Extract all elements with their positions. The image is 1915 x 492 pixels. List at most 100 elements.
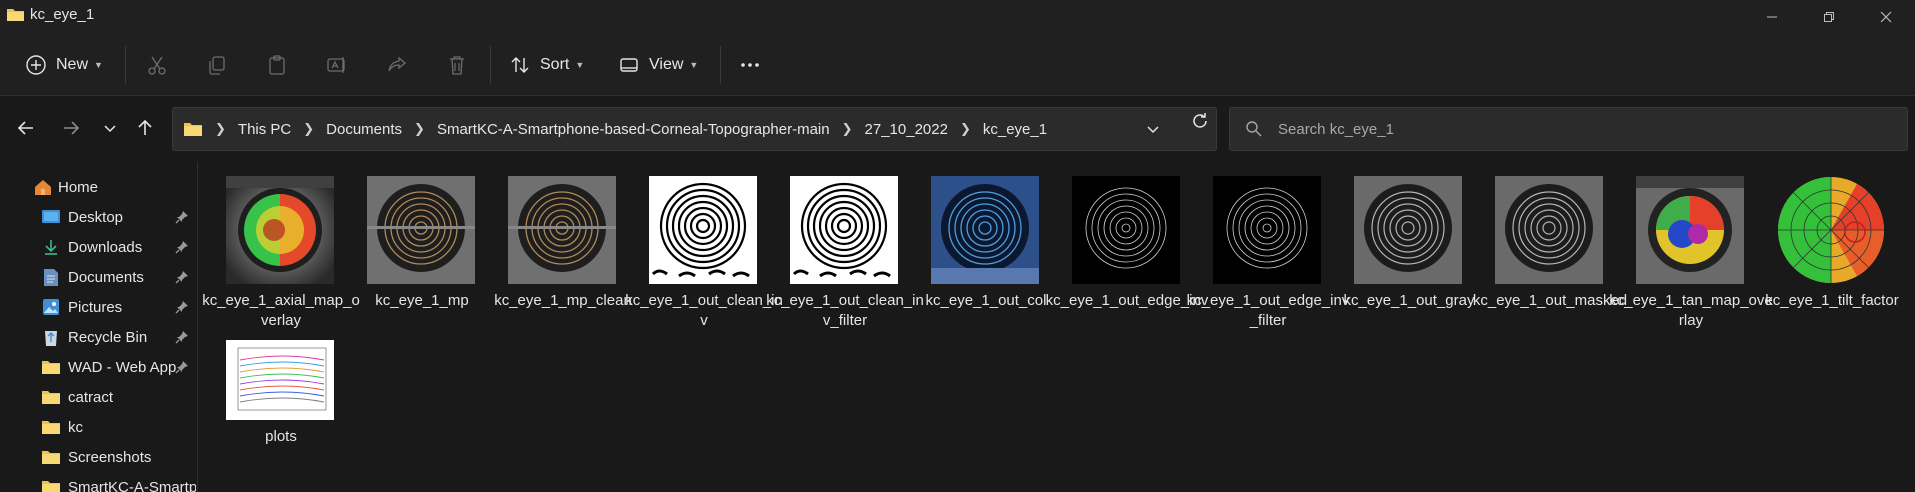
file-name: kc_eye_1_out_gray [1343,292,1475,309]
file-name: kc_eye_1_mp [375,292,469,309]
arrow-left-icon [17,121,33,135]
pin-icon [175,361,188,374]
pictures-icon [40,297,62,317]
sort-button[interactable]: Sort ▼ [508,48,584,82]
chevron-right-icon: ❯ [959,121,971,136]
search-box[interactable] [1229,107,1908,151]
file-name: kc_eye_1_out_clean_inv_filter [766,292,924,329]
rename-button[interactable] [325,48,349,82]
thumbnail-eye [508,176,616,284]
folder-icon [7,9,24,21]
divider [490,46,491,84]
file-item[interactable]: kc_eye_1_mp [340,162,478,337]
file-item[interactable]: kc_eye_1_axial_map_overlay [199,162,360,337]
folder-icon [40,387,62,407]
file-item[interactable]: kc_eye_1_tan_map_overlay [1609,162,1773,337]
delete-icon [445,53,469,77]
title-bar: kc_eye_1 [0,0,1915,34]
view-button[interactable]: View ▼ [617,48,698,82]
file-name: kc_eye_1_out_edge_inv [1045,292,1209,309]
search-input[interactable] [1278,108,1878,150]
window-title: kc_eye_1 [30,6,95,23]
download-icon [40,237,62,257]
view-icon [617,53,641,77]
breadcrumb-kc-eye-1[interactable]: kc_eye_1 [983,121,1047,138]
file-item[interactable]: kc_eye_1_out_clean_inv [622,162,783,337]
search-icon [1246,121,1262,137]
refresh-button[interactable] [1188,109,1212,133]
folder-icon [184,123,202,136]
thumbnail-eye-gray [1354,176,1462,284]
thumbnail-axial-map [226,176,334,284]
minimize-icon [1767,16,1777,18]
paste-button[interactable] [265,48,289,82]
new-button[interactable]: New ▼ [24,48,103,82]
sidebar-item-catract[interactable]: catract [0,382,197,412]
copy-button[interactable] [205,48,229,82]
thumbnail-plot [226,340,334,420]
thumbnail-rings [790,176,898,284]
file-item[interactable]: kc_eye_1_out_col [904,162,1046,337]
chevron-right-icon: ❯ [841,121,853,136]
sidebar-item-documents[interactable]: Documents [0,262,197,292]
restore-button[interactable] [1800,0,1858,34]
file-item[interactable]: plots [199,330,337,492]
sidebar-item-screenshots[interactable]: Screenshots [0,442,197,472]
chevron-down-icon: ▼ [575,60,585,70]
folder-icon [40,477,62,492]
file-item[interactable]: kc_eye_1_out_clean_inv_filter [763,162,924,337]
arrow-right-icon [64,121,80,135]
sidebar-item-home[interactable]: Home [0,172,197,202]
close-icon [1880,11,1892,23]
address-history-button[interactable] [1141,117,1165,141]
minimize-button[interactable] [1743,0,1801,34]
thumbnail-eye [367,176,475,284]
forward-button[interactable] [54,111,88,145]
file-item[interactable]: kc_eye_1_mp_clean [481,162,632,337]
sidebar-item-smartkc[interactable]: SmartKC-A-Smartp [0,472,197,492]
more-options-button[interactable] [738,48,762,82]
desktop-icon [40,207,62,227]
recycle-bin-icon [40,327,62,347]
thumbnail-tan-map [1636,176,1744,284]
close-button[interactable] [1857,0,1915,34]
sidebar-item-downloads[interactable]: Downloads [0,232,197,262]
sidebar-item-recycle-bin[interactable]: Recycle Bin [0,322,197,352]
breadcrumb-this-pc[interactable]: This PC [238,121,291,138]
sidebar-item-label: kc [68,418,83,436]
divider [125,46,126,84]
folder-icon [40,447,62,467]
delete-button[interactable] [445,48,469,82]
chevron-down-icon [104,125,116,133]
sort-label: Sort [540,56,570,73]
sidebar-item-pictures[interactable]: Pictures [0,292,197,322]
file-name: kc_eye_1_tilt_factor [1765,292,1899,309]
sidebar-item-wad[interactable]: WAD - Web App [0,352,197,382]
thumbnail-tilt-map [1777,176,1885,284]
cut-button[interactable] [145,48,169,82]
sidebar-item-desktop[interactable]: Desktop [0,202,197,232]
file-item[interactable]: kc_eye_1_out_gray [1327,162,1474,337]
share-button[interactable] [385,48,409,82]
rename-icon [325,53,349,77]
cut-icon [145,53,169,77]
file-item[interactable]: kc_eye_1_out_masked [1468,162,1627,337]
home-icon [32,177,54,197]
recent-locations-button[interactable] [93,111,127,145]
back-button[interactable] [9,111,43,145]
pin-icon [175,331,188,344]
sidebar-item-label: Recycle Bin [68,328,148,346]
file-item[interactable]: kc_eye_1_tilt_factor [1750,162,1899,337]
file-item[interactable]: kc_eye_1_out_edge_inv [1045,162,1208,337]
more-icon [738,53,762,77]
breadcrumb-smartkc[interactable]: SmartKC-A-Smartphone-based-Corneal-Topog… [437,121,830,138]
thumbnail-edges [1213,176,1321,284]
address-bar[interactable]: ❯ This PC ❯ Documents ❯ SmartKC-A-Smartp… [172,107,1217,151]
chevron-down-icon: ▼ [689,60,699,70]
sidebar-item-kc[interactable]: kc [0,412,197,442]
breadcrumb-date-folder[interactable]: 27_10_2022 [865,121,948,138]
arrow-up-icon [138,119,152,135]
breadcrumb-documents[interactable]: Documents [326,121,402,138]
file-item[interactable]: kc_eye_1_out_edge_inv_filter [1186,162,1349,337]
up-button[interactable] [128,111,162,145]
